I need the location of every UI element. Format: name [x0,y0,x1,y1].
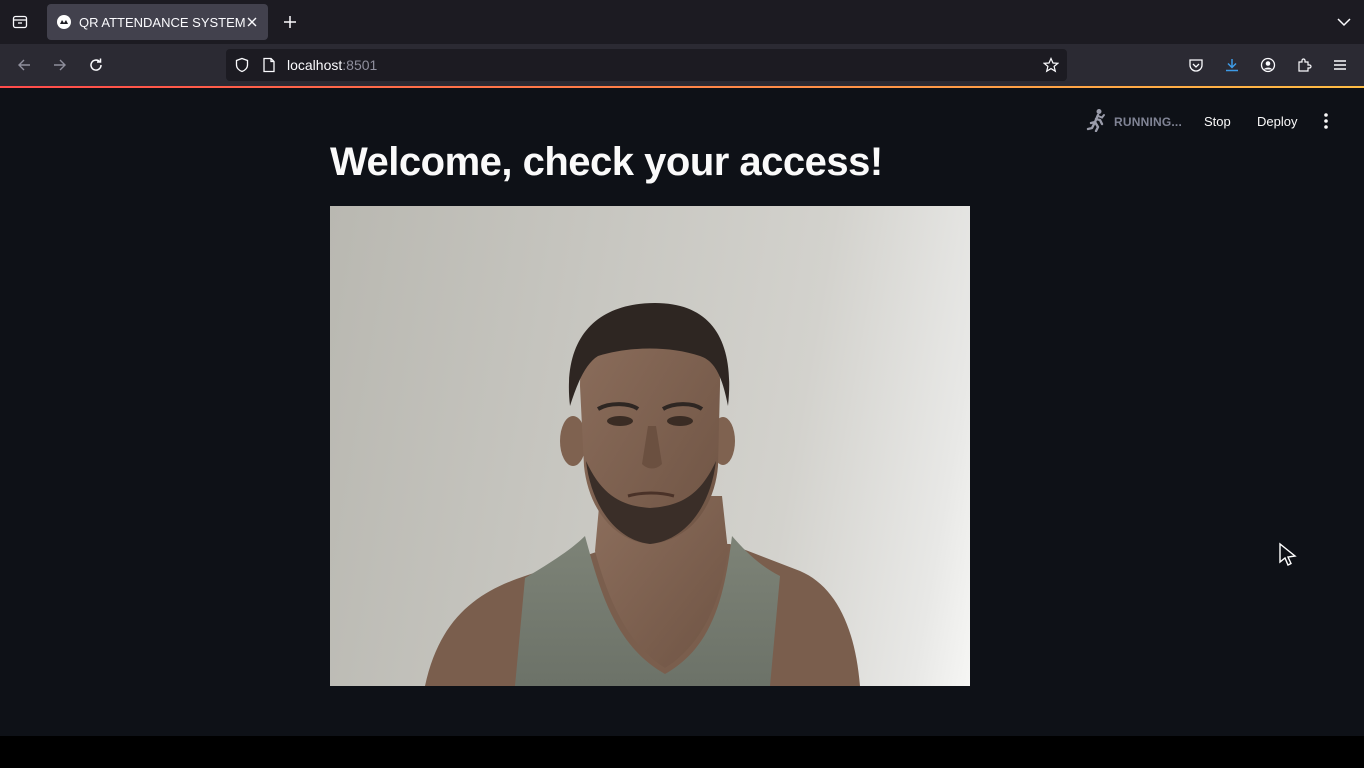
url-bar[interactable]: localhost:8501 [226,49,1067,81]
browser-nav-bar: localhost:8501 [0,44,1364,86]
tracking-shield-icon[interactable] [234,57,250,77]
new-tab-icon[interactable] [280,12,300,32]
bottom-black-strip [0,736,1364,768]
running-man-icon [1086,108,1108,136]
back-arrow-icon[interactable] [12,53,36,77]
list-all-tabs-chevron-icon[interactable] [1336,12,1352,32]
main-menu-kebab-icon[interactable] [1319,112,1333,130]
url-port: :8501 [342,57,378,73]
hamburger-menu-icon[interactable] [1328,53,1352,77]
deploy-button[interactable]: Deploy [1257,114,1297,129]
bookmark-star-icon[interactable] [1042,57,1060,77]
webcam-video-frame [330,206,970,686]
tab-title: QR ATTENDANCE SYSTEM [79,14,246,30]
extensions-puzzle-icon[interactable] [1292,53,1316,77]
page-info-icon[interactable] [262,57,276,77]
streamlit-app: RUNNING... Stop Deploy Welcome, check yo… [0,88,1364,736]
pocket-icon[interactable] [1184,53,1208,77]
streamlit-favicon-icon [57,15,71,29]
url-text[interactable]: localhost:8501 [287,57,377,73]
reload-icon[interactable] [84,53,108,77]
stop-button[interactable]: Stop [1204,114,1231,129]
downloads-icon[interactable] [1220,53,1244,77]
page-title: Welcome, check your access! [330,140,883,184]
running-status: RUNNING... [1086,108,1182,136]
tab-close-icon[interactable] [244,14,260,30]
mouse-pointer-icon [1278,542,1298,566]
running-label: RUNNING... [1114,115,1182,129]
browser-tab-active[interactable]: QR ATTENDANCE SYSTEM [47,4,268,40]
url-host: localhost [287,57,343,73]
browser-tab-strip: QR ATTENDANCE SYSTEM [0,0,1364,44]
firefox-view-icon[interactable] [8,10,32,34]
forward-arrow-icon[interactable] [48,53,72,77]
webcam-person-illustration [425,303,860,686]
account-icon[interactable] [1256,53,1280,77]
